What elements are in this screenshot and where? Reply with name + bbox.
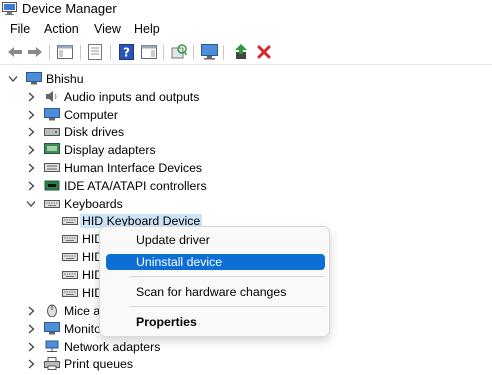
keyboard-device[interactable]: HID xyxy=(62,230,103,248)
chevron-right-icon[interactable] xyxy=(26,162,36,174)
context-menu-scan-hardware[interactable]: Scan for hardware changes xyxy=(106,284,325,300)
tree-category[interactable]: Human Interface Devices xyxy=(26,159,202,177)
tree-category-label: Keyboards xyxy=(64,196,123,211)
chevron-down-icon[interactable] xyxy=(8,73,18,85)
tree-category[interactable]: IDE ATA/ATAPI controllers xyxy=(26,177,207,195)
forward-arrow-icon[interactable] xyxy=(26,43,44,61)
printer-icon xyxy=(44,357,60,371)
tree-category[interactable]: Display adapters xyxy=(26,141,156,159)
context-menu-update-driver[interactable]: Update driver xyxy=(106,232,325,248)
tree-root[interactable]: Bhishu xyxy=(8,70,84,88)
tree-root-label: Bhishu xyxy=(46,71,84,86)
tree-category-label: Display adapters xyxy=(64,142,156,157)
display-adapter-icon xyxy=(44,143,60,156)
tree-category-expanded[interactable]: Keyboards xyxy=(26,195,123,213)
keyboard-icon xyxy=(62,214,78,227)
keyboard-icon xyxy=(62,232,78,245)
toolbar-separator xyxy=(80,45,81,60)
chevron-right-icon[interactable] xyxy=(26,180,36,192)
context-menu-separator xyxy=(130,276,325,277)
tree-category[interactable]: Computer xyxy=(26,106,118,124)
context-menu: Update driver Uninstall device Scan for … xyxy=(99,226,330,337)
toolbar-separator xyxy=(110,45,111,60)
device-manager-app-icon xyxy=(2,2,17,15)
chevron-right-icon[interactable] xyxy=(26,323,36,335)
chevron-right-icon[interactable] xyxy=(26,91,36,103)
menu-bar: File Action View Help xyxy=(0,20,492,40)
context-menu-separator xyxy=(130,306,325,307)
monitor-icon[interactable] xyxy=(200,43,218,61)
tree-category[interactable]: Print queues xyxy=(26,355,133,373)
tree-category-label: Mice a xyxy=(64,303,101,318)
uninstall-x-icon[interactable] xyxy=(255,43,273,61)
update-driver-icon[interactable] xyxy=(232,43,250,61)
chevron-right-icon[interactable] xyxy=(26,341,36,353)
keyboard-icon xyxy=(62,286,78,299)
keyboard-device[interactable]: HID xyxy=(62,266,103,284)
tree-category-label: Audio inputs and outputs xyxy=(64,89,200,104)
menu-file[interactable]: File xyxy=(8,22,32,36)
tree-category-label: Human Interface Devices xyxy=(64,160,203,175)
action-pane-icon[interactable] xyxy=(140,43,158,61)
tree-category-label: Disk drives xyxy=(64,124,125,139)
computer-icon xyxy=(44,108,60,121)
chevron-right-icon[interactable] xyxy=(26,305,36,317)
toolbar-separator xyxy=(163,45,164,60)
window-title: Device Manager xyxy=(22,1,117,16)
context-menu-uninstall-device[interactable]: Uninstall device xyxy=(106,254,325,270)
chevron-right-icon[interactable] xyxy=(26,109,36,121)
chevron-right-icon[interactable] xyxy=(26,358,36,370)
svg-text:?: ? xyxy=(123,46,130,60)
tree-category[interactable]: Network adapters xyxy=(26,338,160,356)
tree-category-label: Monito xyxy=(64,321,101,336)
keyboard-device[interactable]: HID xyxy=(62,284,103,302)
scan-hardware-icon[interactable] xyxy=(170,43,188,61)
ide-controller-icon xyxy=(44,179,60,192)
disk-drive-icon xyxy=(44,125,60,138)
monitor-icon xyxy=(44,322,60,335)
tree-category[interactable]: Mice a xyxy=(26,302,100,320)
tree-category[interactable]: Audio inputs and outputs xyxy=(26,88,199,106)
hid-icon xyxy=(44,161,60,174)
properties-sheet-icon[interactable] xyxy=(86,43,104,61)
chevron-right-icon[interactable] xyxy=(26,144,36,156)
keyboard-icon xyxy=(44,197,60,210)
tree-category-label: Computer xyxy=(64,107,118,122)
keyboard-icon xyxy=(62,268,78,281)
speaker-icon xyxy=(44,90,60,103)
mouse-icon xyxy=(44,304,60,318)
tree-category[interactable]: Disk drives xyxy=(26,123,124,141)
toolbar-separator xyxy=(193,45,194,60)
tree-category-label: Network adapters xyxy=(64,339,161,354)
toolbar: ? xyxy=(0,40,492,65)
toolbar-separator xyxy=(223,45,224,60)
show-hide-console-tree-icon[interactable] xyxy=(56,43,74,61)
tree-category-label: IDE ATA/ATAPI controllers xyxy=(64,178,207,193)
tree-category[interactable]: Monito xyxy=(26,320,101,338)
network-adapter-icon xyxy=(44,340,60,353)
help-icon[interactable]: ? xyxy=(117,43,135,61)
toolbar-separator xyxy=(49,45,50,60)
back-arrow-icon[interactable] xyxy=(6,43,24,61)
keyboard-device[interactable]: HID xyxy=(62,248,103,266)
computer-icon xyxy=(26,72,42,85)
menu-action[interactable]: Action xyxy=(42,22,81,36)
keyboard-icon xyxy=(62,250,78,263)
context-menu-properties[interactable]: Properties xyxy=(106,314,325,330)
menu-help[interactable]: Help xyxy=(132,22,162,36)
chevron-down-icon[interactable] xyxy=(26,198,36,210)
tree-category-label: Print queues xyxy=(64,356,134,371)
title-bar: Device Manager xyxy=(0,0,492,18)
chevron-right-icon[interactable] xyxy=(26,126,36,138)
menu-view[interactable]: View xyxy=(92,22,123,36)
